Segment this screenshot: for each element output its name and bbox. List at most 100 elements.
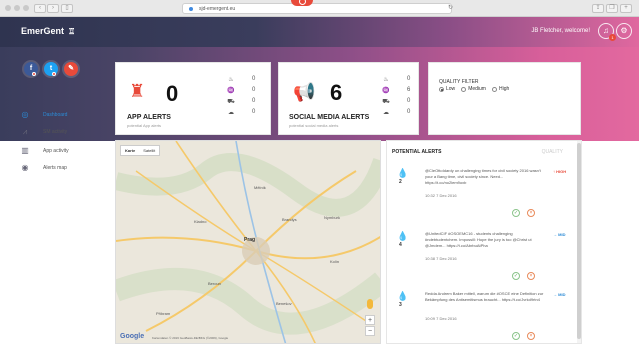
dismiss-alert-button[interactable]: × bbox=[527, 332, 535, 340]
bar-chart-icon: ▥ bbox=[21, 146, 29, 155]
alert-text: Redda Andrem Baker mittell, warum die #O… bbox=[425, 291, 544, 302]
zoom-in-button[interactable]: + bbox=[365, 315, 375, 325]
app-header: EmerGent ♖ JB Fletcher, welcome! ♫ 1 ⚙ bbox=[0, 17, 639, 47]
bell-icon: ♫ bbox=[603, 26, 609, 35]
recording-indicator-icon bbox=[291, 0, 313, 6]
dismiss-alert-button[interactable]: × bbox=[527, 209, 535, 217]
alert-level-badge: ↑ HIGH bbox=[553, 169, 567, 174]
twitter-icon: t bbox=[49, 65, 53, 72]
quality-radio-high[interactable]: High bbox=[491, 86, 509, 92]
siren-icon: ♜ bbox=[129, 81, 146, 101]
alert-number: 4 bbox=[399, 242, 402, 248]
alert-number: 2 bbox=[399, 179, 402, 185]
app-alerts-title: APP ALERTS bbox=[127, 114, 171, 121]
address-bar[interactable]: sjd-emergent.eu bbox=[182, 3, 452, 14]
megaphone-icon: 📢 bbox=[293, 82, 316, 102]
notification-badge: 1 bbox=[609, 34, 616, 41]
map-city-label: Příbram bbox=[156, 311, 171, 316]
car-icon: ⛟ bbox=[382, 99, 390, 105]
social-alerts-title: SOCIAL MEDIA ALERTS bbox=[289, 114, 370, 121]
alert-item[interactable]: 💧 3 Redda Andrem Baker mittell, warum di… bbox=[387, 291, 577, 343]
dismiss-alert-button[interactable]: × bbox=[527, 272, 535, 280]
street-view-icon[interactable] bbox=[367, 299, 373, 309]
window-close-icon[interactable] bbox=[5, 5, 11, 11]
edit-icon: ✎ bbox=[68, 65, 74, 72]
brand-name: EmerGent bbox=[21, 26, 65, 36]
social-alerts-count: 6 bbox=[330, 80, 343, 105]
app-alerts-count: 0 bbox=[166, 81, 179, 106]
drop-icon: 💧 bbox=[397, 168, 409, 178]
sidebar-toggle-button[interactable]: ▯ bbox=[61, 4, 73, 13]
facebook-icon: f bbox=[29, 65, 33, 72]
accept-alert-button[interactable]: ✓ bbox=[512, 209, 520, 217]
forward-button[interactable]: › bbox=[47, 4, 59, 13]
alerts-scrollbar[interactable] bbox=[577, 141, 581, 343]
tab-map[interactable]: Karte bbox=[121, 146, 139, 155]
map-city-label: Nymburk bbox=[324, 215, 341, 220]
browser-chrome: ‹ › ▯ sjd-emergent.eu ↻ ⇪ ❐ + bbox=[0, 0, 639, 17]
map-city-label: Kolín bbox=[330, 259, 340, 264]
address-bar-url: sjd-emergent.eu bbox=[199, 6, 236, 12]
alert-text: @CleOttoIdardy un challenging times for … bbox=[425, 168, 541, 185]
back-button[interactable]: ‹ bbox=[34, 4, 46, 13]
map-city-label: Kladno bbox=[194, 219, 207, 224]
siren-icon: ♖ bbox=[68, 27, 76, 36]
alert-item[interactable]: 💧 2 @CleOttoIdardy un challenging times … bbox=[387, 168, 577, 230]
map-pin-icon: ◉ bbox=[21, 163, 29, 172]
alert-time: 10:38 7 Dec 2016 bbox=[425, 256, 457, 261]
drop-icon: 💧 bbox=[397, 231, 409, 241]
twitter-button[interactable]: t bbox=[44, 62, 58, 76]
fire-icon: ♨ bbox=[228, 77, 234, 83]
welcome-text: JB Fletcher, welcome! bbox=[531, 28, 590, 34]
alert-level-badge: → MID bbox=[553, 232, 566, 237]
share-button[interactable]: ⇪ bbox=[592, 4, 604, 13]
app-alerts-card[interactable]: ♜ 0 ♨ 0 ♒ 0 ⛟ 0 ☁ 0 APP ALERTS potential App… bbox=[115, 62, 271, 135]
app-alerts-subtitle: potential App alerts bbox=[127, 123, 162, 128]
map-city-label: Benešov bbox=[276, 301, 292, 306]
settings-button[interactable]: ⚙ bbox=[616, 23, 632, 39]
quality-radio-medium[interactable]: Medium bbox=[461, 86, 486, 92]
tab-satellite[interactable]: Satellit bbox=[139, 146, 159, 155]
potential-alerts-title: POTENTIAL ALERTS bbox=[392, 149, 442, 155]
alerts-map[interactable]: Karte Satellit Prag Kladno Beroun Benešo… bbox=[115, 140, 381, 344]
map-attribution: Kartendaten © 2016 GeoBasis-DE/BKG (©200… bbox=[152, 336, 229, 340]
accept-alert-button[interactable]: ✓ bbox=[512, 272, 520, 280]
radio-icon bbox=[461, 86, 467, 92]
social-alerts-subtitle: potential social media alerts bbox=[289, 123, 339, 128]
zoom-out-button[interactable]: − bbox=[365, 326, 375, 336]
alert-text: @UnitedCIF #OSOEMC16 - students challeng… bbox=[425, 231, 532, 248]
gear-icon: ⚙ bbox=[620, 26, 628, 35]
potential-alerts-panel: POTENTIAL ALERTS QUALITY 💧 2 @CleOttoIda… bbox=[386, 140, 582, 344]
line-chart-icon: ⩘ bbox=[22, 127, 28, 136]
alert-level-badge: → MID bbox=[553, 292, 566, 297]
brand-logo[interactable]: EmerGent ♖ bbox=[21, 26, 75, 36]
dashboard-icon: ◎ bbox=[21, 110, 29, 119]
map-city-label: Brandýs bbox=[282, 217, 297, 222]
facebook-button[interactable]: f bbox=[24, 62, 38, 76]
map-city-main: Prag bbox=[244, 237, 256, 243]
map-city-label: Beroun bbox=[208, 281, 221, 286]
alert-time: 10:32 7 Dec 2016 bbox=[425, 193, 457, 198]
tabs-button[interactable]: ❐ bbox=[606, 4, 618, 13]
alerts-scrollbar-thumb[interactable] bbox=[577, 143, 581, 339]
storm-icon: ☁ bbox=[383, 110, 389, 116]
storm-icon: ☁ bbox=[228, 110, 234, 116]
radio-icon bbox=[439, 86, 444, 92]
site-icon bbox=[189, 7, 193, 11]
quality-column-header: QUALITY bbox=[541, 149, 563, 155]
quality-radio-low[interactable]: Low bbox=[439, 86, 455, 92]
alert-item[interactable]: 💧 4 @UnitedCIF #OSOEMC16 - students chal… bbox=[387, 231, 577, 293]
accept-alert-button[interactable]: ✓ bbox=[512, 332, 520, 340]
edit-button[interactable]: ✎ bbox=[64, 62, 78, 76]
quality-filter-title: QUALITY FILTER bbox=[439, 79, 479, 85]
facebook-status-dot bbox=[32, 72, 36, 76]
map-type-tabs: Karte Satellit bbox=[120, 145, 161, 156]
window-minimize-icon[interactable] bbox=[14, 5, 20, 11]
window-zoom-icon[interactable] bbox=[23, 5, 29, 11]
new-tab-button[interactable]: + bbox=[620, 4, 632, 13]
alert-time: 10:09 7 Dec 2016 bbox=[425, 316, 457, 321]
notifications-button[interactable]: ♫ 1 bbox=[598, 23, 616, 41]
social-alerts-card[interactable]: 📢 6 ♨ 0 ♒ 6 ⛟ 0 ☁ 0 SOCIAL MEDIA ALERTS pote… bbox=[278, 62, 419, 135]
drop-icon: 💧 bbox=[397, 291, 409, 301]
reload-icon[interactable]: ↻ bbox=[448, 4, 453, 11]
